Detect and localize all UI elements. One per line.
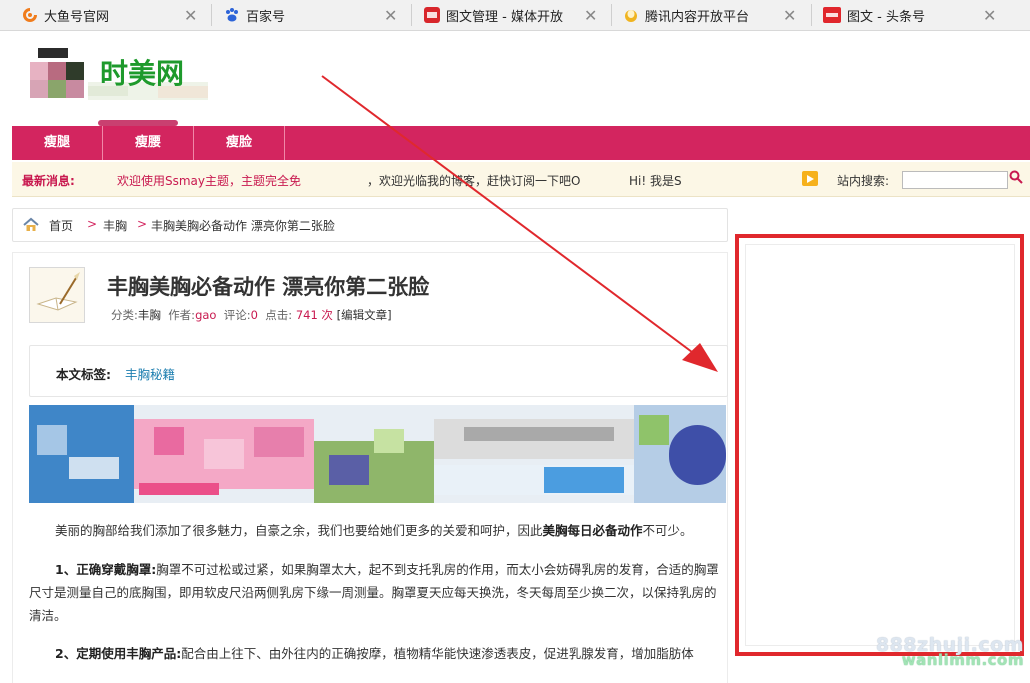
watermark-text: wanlimm.com [901,651,1024,669]
annotation-arrow [321,75,718,372]
